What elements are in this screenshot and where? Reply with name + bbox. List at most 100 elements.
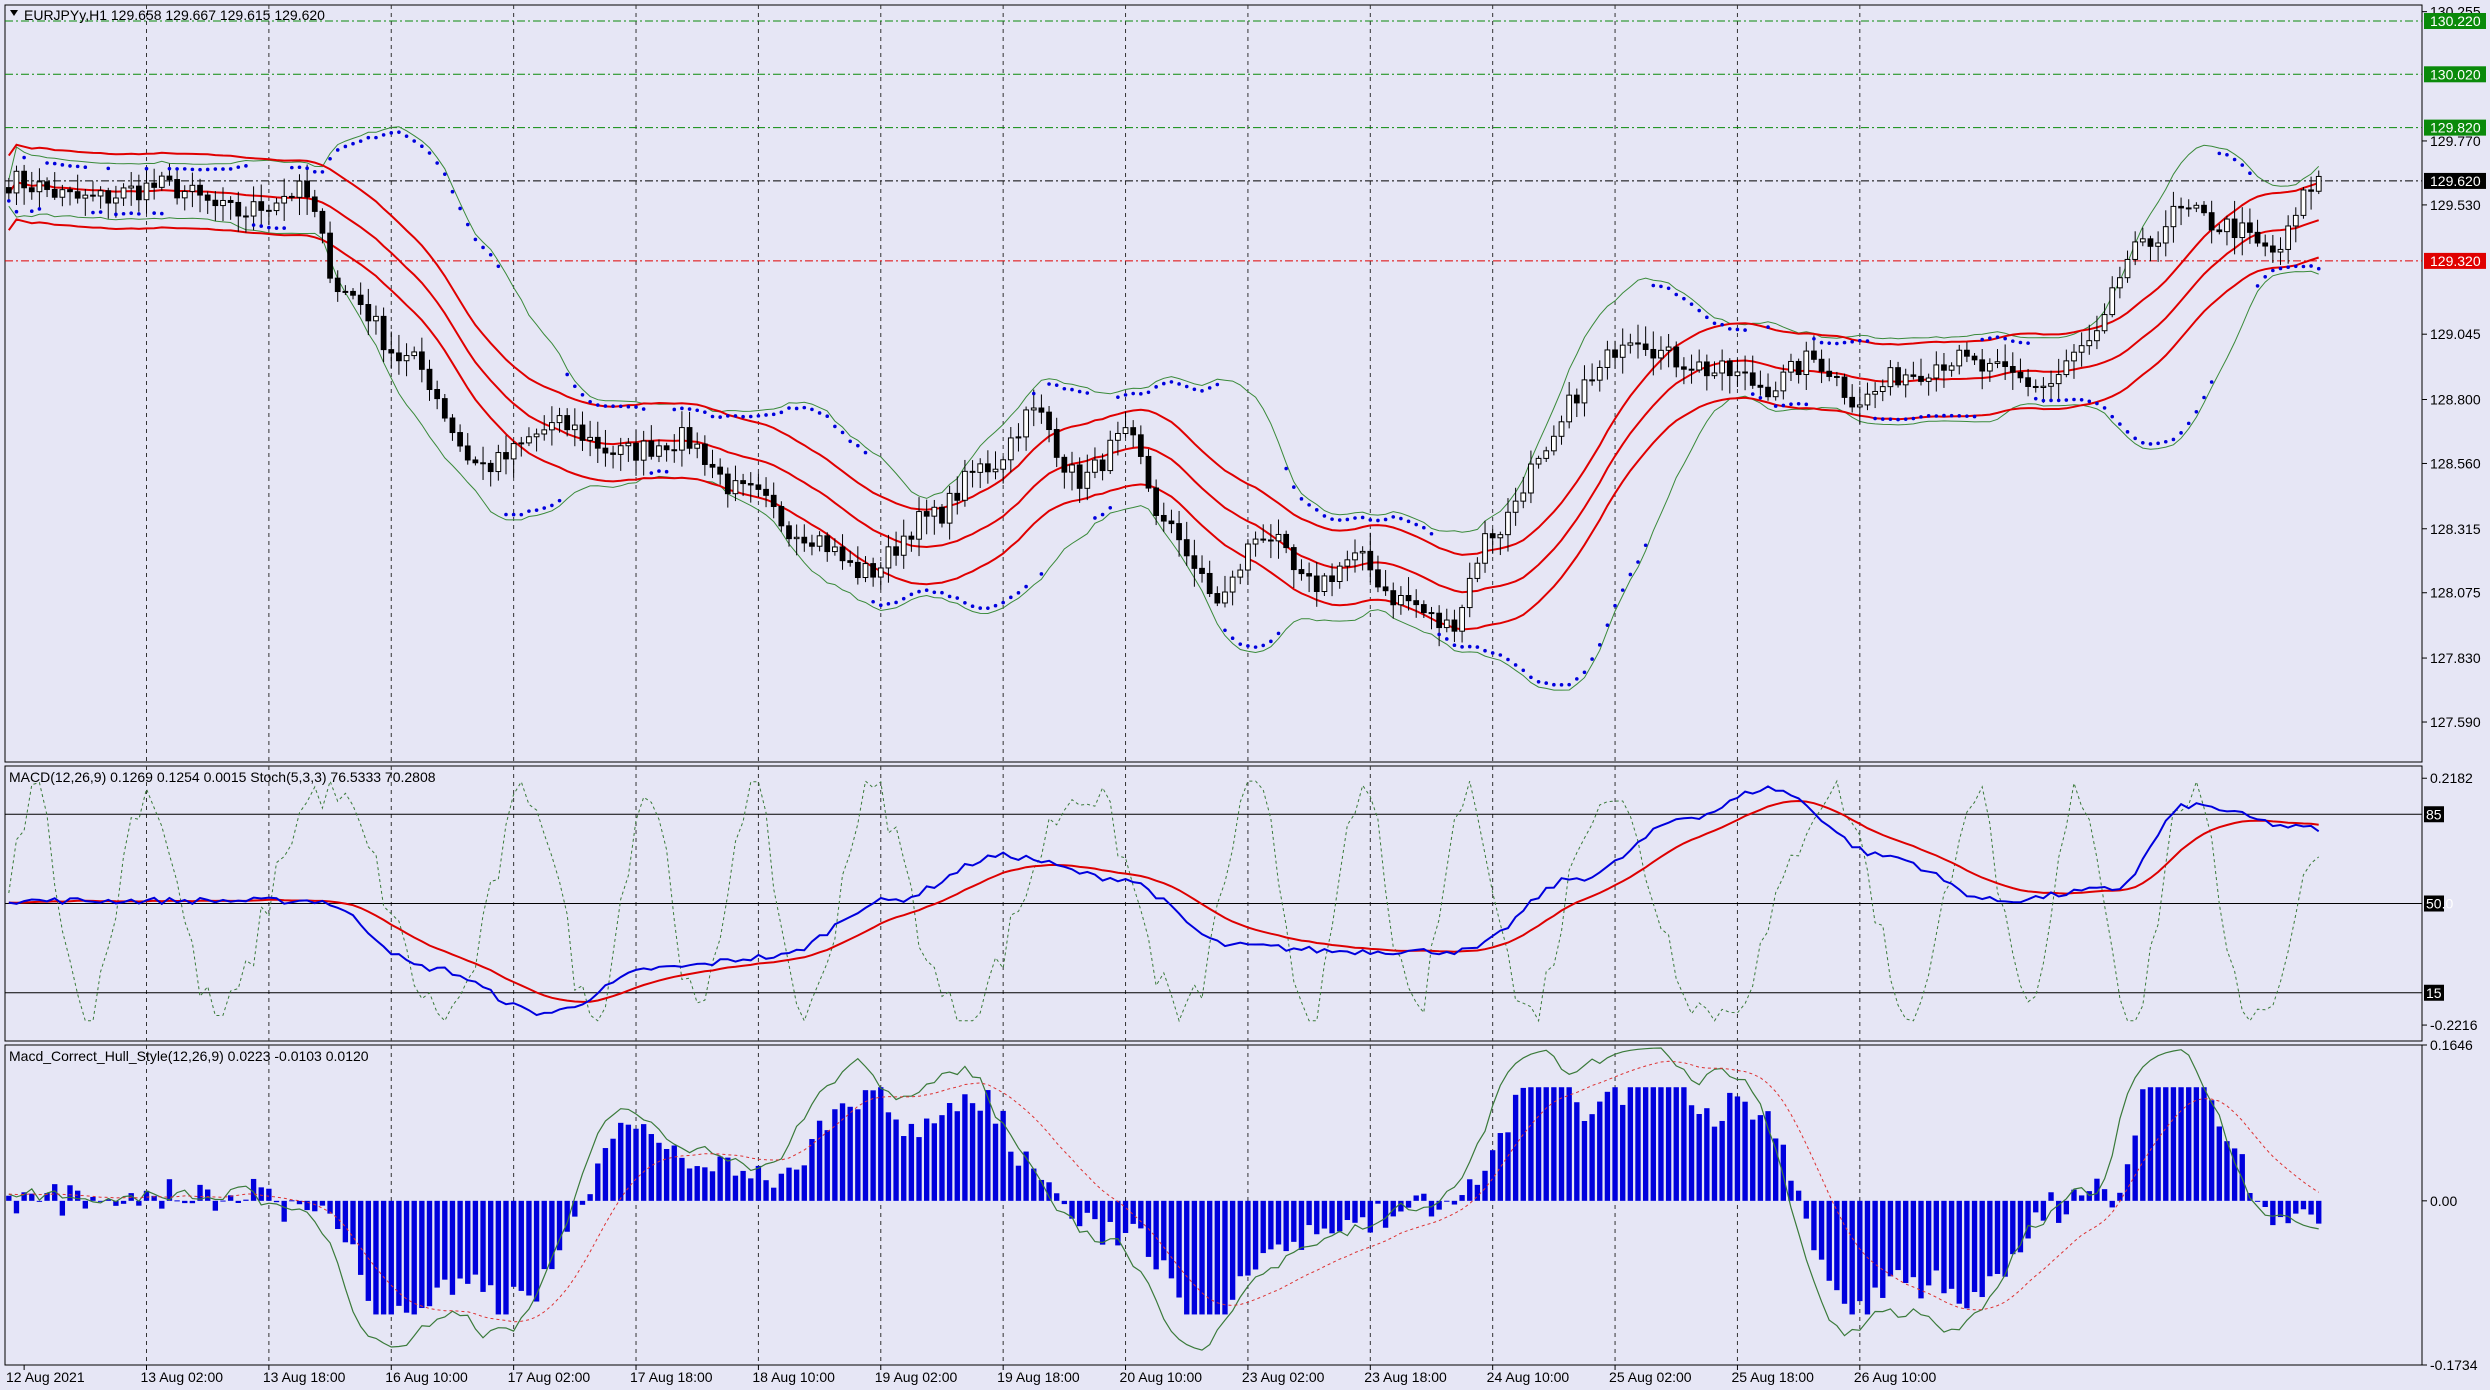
hull-histogram-bar <box>1903 1200 1909 1284</box>
candle-body <box>1482 533 1488 564</box>
hull-histogram-bar <box>1971 1200 1978 1293</box>
candle-body <box>1382 586 1389 592</box>
hull-histogram-bar <box>1092 1200 1098 1220</box>
sar-dot <box>924 588 929 593</box>
hull-histogram-bar <box>771 1187 777 1201</box>
candle-body <box>1420 604 1427 614</box>
sar-dot <box>2286 265 2290 270</box>
candle-body <box>747 483 754 486</box>
hull-histogram-bar <box>1635 1087 1641 1201</box>
y-tick-label: 0.1646 <box>2430 1037 2473 1053</box>
sar-dot <box>1865 339 1870 343</box>
hull-histogram-bar <box>602 1148 609 1201</box>
hull-histogram-bar <box>1734 1096 1741 1201</box>
hull-histogram-bar <box>1987 1200 1993 1277</box>
candle-body <box>916 511 922 540</box>
sar-dot <box>1253 645 1258 649</box>
candle-body <box>709 463 716 468</box>
x-tick-label: 12 Aug 2021 <box>6 1369 85 1385</box>
candle-body <box>732 480 739 495</box>
sar-dot <box>1360 515 1365 520</box>
hull-histogram-bar <box>2155 1087 2161 1201</box>
chart-canvas: 12 Aug 2021 13 Aug 02:00 13 Aug 18:00 16 Au… <box>0 0 2490 1390</box>
sar-dot <box>511 512 516 517</box>
hull-histogram-bar <box>2132 1135 2138 1201</box>
x-tick-label: 26 Aug 10:00 <box>1854 1369 1937 1385</box>
sar-dot <box>634 405 638 409</box>
sar-dot <box>2171 437 2176 442</box>
sar-dot <box>2194 409 2199 414</box>
candle-body <box>1658 349 1664 359</box>
price-level-label: 130.020 <box>2430 66 2481 82</box>
sar-dot <box>366 135 371 140</box>
sar-dot <box>1391 515 1396 519</box>
candle-body <box>610 452 616 455</box>
hull-histogram-bar <box>312 1200 318 1212</box>
candle-body <box>1413 600 1420 606</box>
hull-histogram-bar <box>1321 1200 1328 1229</box>
hull-histogram-bar <box>1329 1200 1335 1234</box>
hull-histogram-bar <box>419 1200 425 1309</box>
sar-dot <box>955 596 960 600</box>
hull-histogram-bar <box>1574 1102 1580 1201</box>
candle-body <box>1398 595 1404 606</box>
candle-body <box>1122 427 1129 434</box>
candle-body <box>686 427 693 449</box>
sar-dot <box>1750 392 1755 396</box>
candle-body <box>2132 241 2139 260</box>
hull-histogram-bar <box>541 1200 547 1270</box>
x-tick-label: 19 Aug 18:00 <box>997 1369 1080 1385</box>
candle-body <box>350 290 356 296</box>
sar-dot <box>1988 336 1992 341</box>
y-tick-label: 129.045 <box>2430 326 2481 342</box>
sar-dot <box>1949 413 1954 418</box>
candle-body <box>663 445 670 451</box>
hull-histogram-bar <box>1275 1200 1282 1245</box>
candle-body <box>411 351 418 357</box>
sar-dot <box>741 414 745 419</box>
sar-dot <box>901 596 906 601</box>
sar-dot <box>397 130 401 134</box>
sar-dot <box>1024 584 1028 589</box>
sar-dot <box>473 237 478 242</box>
hull-histogram-bar <box>29 1193 35 1201</box>
candle-body <box>908 535 915 540</box>
hull-histogram-bar <box>1742 1101 1748 1201</box>
sar-dot <box>794 406 799 411</box>
hull-histogram-bar <box>931 1123 937 1201</box>
sar-dot <box>1804 402 1809 407</box>
sar-dot <box>1743 328 1747 332</box>
sar-dot <box>159 211 164 216</box>
candle-body <box>1191 555 1198 569</box>
hull-histogram-bar <box>174 1200 180 1202</box>
sar-dot <box>1161 381 1166 386</box>
candle-body <box>2170 205 2177 228</box>
candle-body <box>2055 374 2062 385</box>
hull-histogram-bar <box>2124 1164 2131 1201</box>
sar-dot <box>351 141 355 146</box>
hull-histogram-bar <box>1528 1087 1534 1201</box>
sar-dot <box>2202 395 2206 400</box>
sar-dot <box>1605 623 1610 627</box>
candle-body <box>763 488 769 496</box>
candle-body <box>1528 463 1534 494</box>
candle-body <box>984 463 991 473</box>
hull-histogram-bar <box>1925 1200 1932 1286</box>
candle-body <box>2048 383 2054 387</box>
hull-histogram-bar <box>2063 1200 2070 1215</box>
candle-body <box>1183 539 1190 557</box>
candle-body <box>464 445 471 461</box>
candle-body <box>1596 366 1603 381</box>
candle-body <box>1803 350 1810 376</box>
hull-histogram-bar <box>495 1200 502 1315</box>
hull-histogram-bar <box>2048 1192 2054 1201</box>
hull-histogram-bar <box>1520 1087 1526 1201</box>
sar-dot <box>1483 648 1487 653</box>
hull-histogram-bar <box>1642 1087 1649 1201</box>
hull-histogram-bar <box>36 1200 43 1202</box>
sar-dot <box>60 163 65 167</box>
sar-dot <box>825 414 830 418</box>
hull-histogram-bar <box>1841 1200 1848 1304</box>
sar-dot <box>2102 406 2107 410</box>
sar-dot <box>1184 384 1189 389</box>
